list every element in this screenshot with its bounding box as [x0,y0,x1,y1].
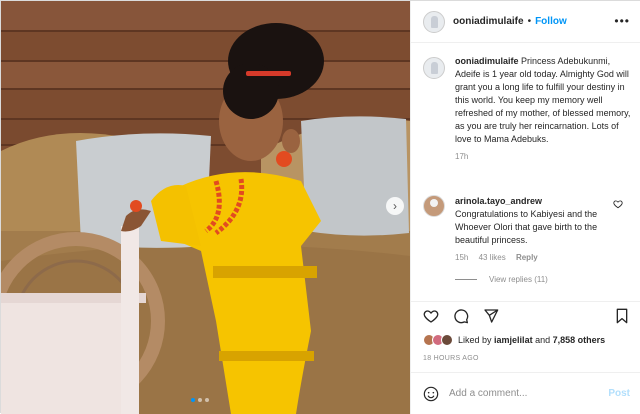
post-sidebar: ooniadimulaife • Follow ••• ooniadimulai… [410,1,640,414]
comment-row: arinola.tayo_andrew Congratulations to K… [423,195,633,262]
comment-meta: 15h 43 likes Reply [455,253,615,262]
heart-icon[interactable] [423,308,439,324]
caption-meta: 17h [455,152,633,161]
caption-username[interactable]: ooniadimulaife [455,56,519,66]
caption-time[interactable]: 17h [455,152,468,161]
likes-summary: Liked by iamjelilat and 7,858 others [423,334,605,346]
comment-time[interactable]: 15h [455,253,468,262]
post-timestamp[interactable]: 18 HOURS AGO [423,355,479,362]
carousel-dot[interactable] [198,398,202,402]
likes-prefix: Liked by [458,335,492,345]
reply-button[interactable]: Reply [516,253,538,262]
likes-middle: and [535,335,551,345]
send-icon[interactable] [483,308,499,324]
bookmark-icon[interactable] [614,308,630,324]
post-photo[interactable]: › [1,1,410,414]
comment-text-block: arinola.tayo_andrew Congratulations to K… [455,195,615,247]
likes-others-link[interactable]: 7,858 others [553,335,606,345]
comment-likes[interactable]: 43 likes [479,253,506,262]
carousel-dot[interactable] [205,398,209,402]
carousel-dot[interactable] [191,398,195,402]
avatar[interactable] [423,57,445,79]
comment-heart-icon[interactable] [613,199,623,209]
view-replies-line [455,279,477,280]
liker-username[interactable]: iamjelilat [494,335,533,345]
action-bar [411,301,640,327]
add-comment-bar: Post [411,372,640,414]
photo-illustration [1,1,410,414]
avatar[interactable] [441,334,453,346]
comment-username[interactable]: arinola.tayo_andrew [455,195,615,208]
liker-avatars [423,334,453,346]
add-comment-input[interactable] [449,388,609,399]
avatar[interactable] [423,10,445,33]
view-replies-button[interactable]: View replies (11) [455,275,548,284]
header-separator: • [527,16,532,27]
caption-row: ooniadimulaife Princess Adebukunmi, Adei… [423,55,633,161]
comment-icon[interactable] [453,308,469,324]
comment-text: Congratulations to Kabiyesi and the Whoe… [455,209,598,245]
post-comment-button[interactable]: Post [608,388,630,399]
chevron-right-icon: › [393,199,397,213]
caption-text: Princess Adebukunmi, Adeife is 1 year ol… [455,56,631,144]
more-options-icon[interactable]: ••• [614,14,630,28]
caption-text-block: ooniadimulaife Princess Adebukunmi, Adei… [455,55,633,146]
follow-button[interactable]: Follow [535,16,567,27]
carousel-dots [191,398,209,402]
comments-list[interactable]: ooniadimulaife Princess Adebukunmi, Adei… [411,43,640,301]
carousel-next-button[interactable]: › [386,197,404,215]
post-frame: › ooniadimulaife • Follow ••• ooniadimul… [0,0,640,414]
avatar[interactable] [423,195,445,217]
post-author-username[interactable]: ooniadimulaife [453,16,524,27]
view-replies-label: View replies (11) [489,275,548,284]
post-header: ooniadimulaife • Follow ••• [411,1,640,43]
emoji-icon[interactable] [423,386,439,402]
